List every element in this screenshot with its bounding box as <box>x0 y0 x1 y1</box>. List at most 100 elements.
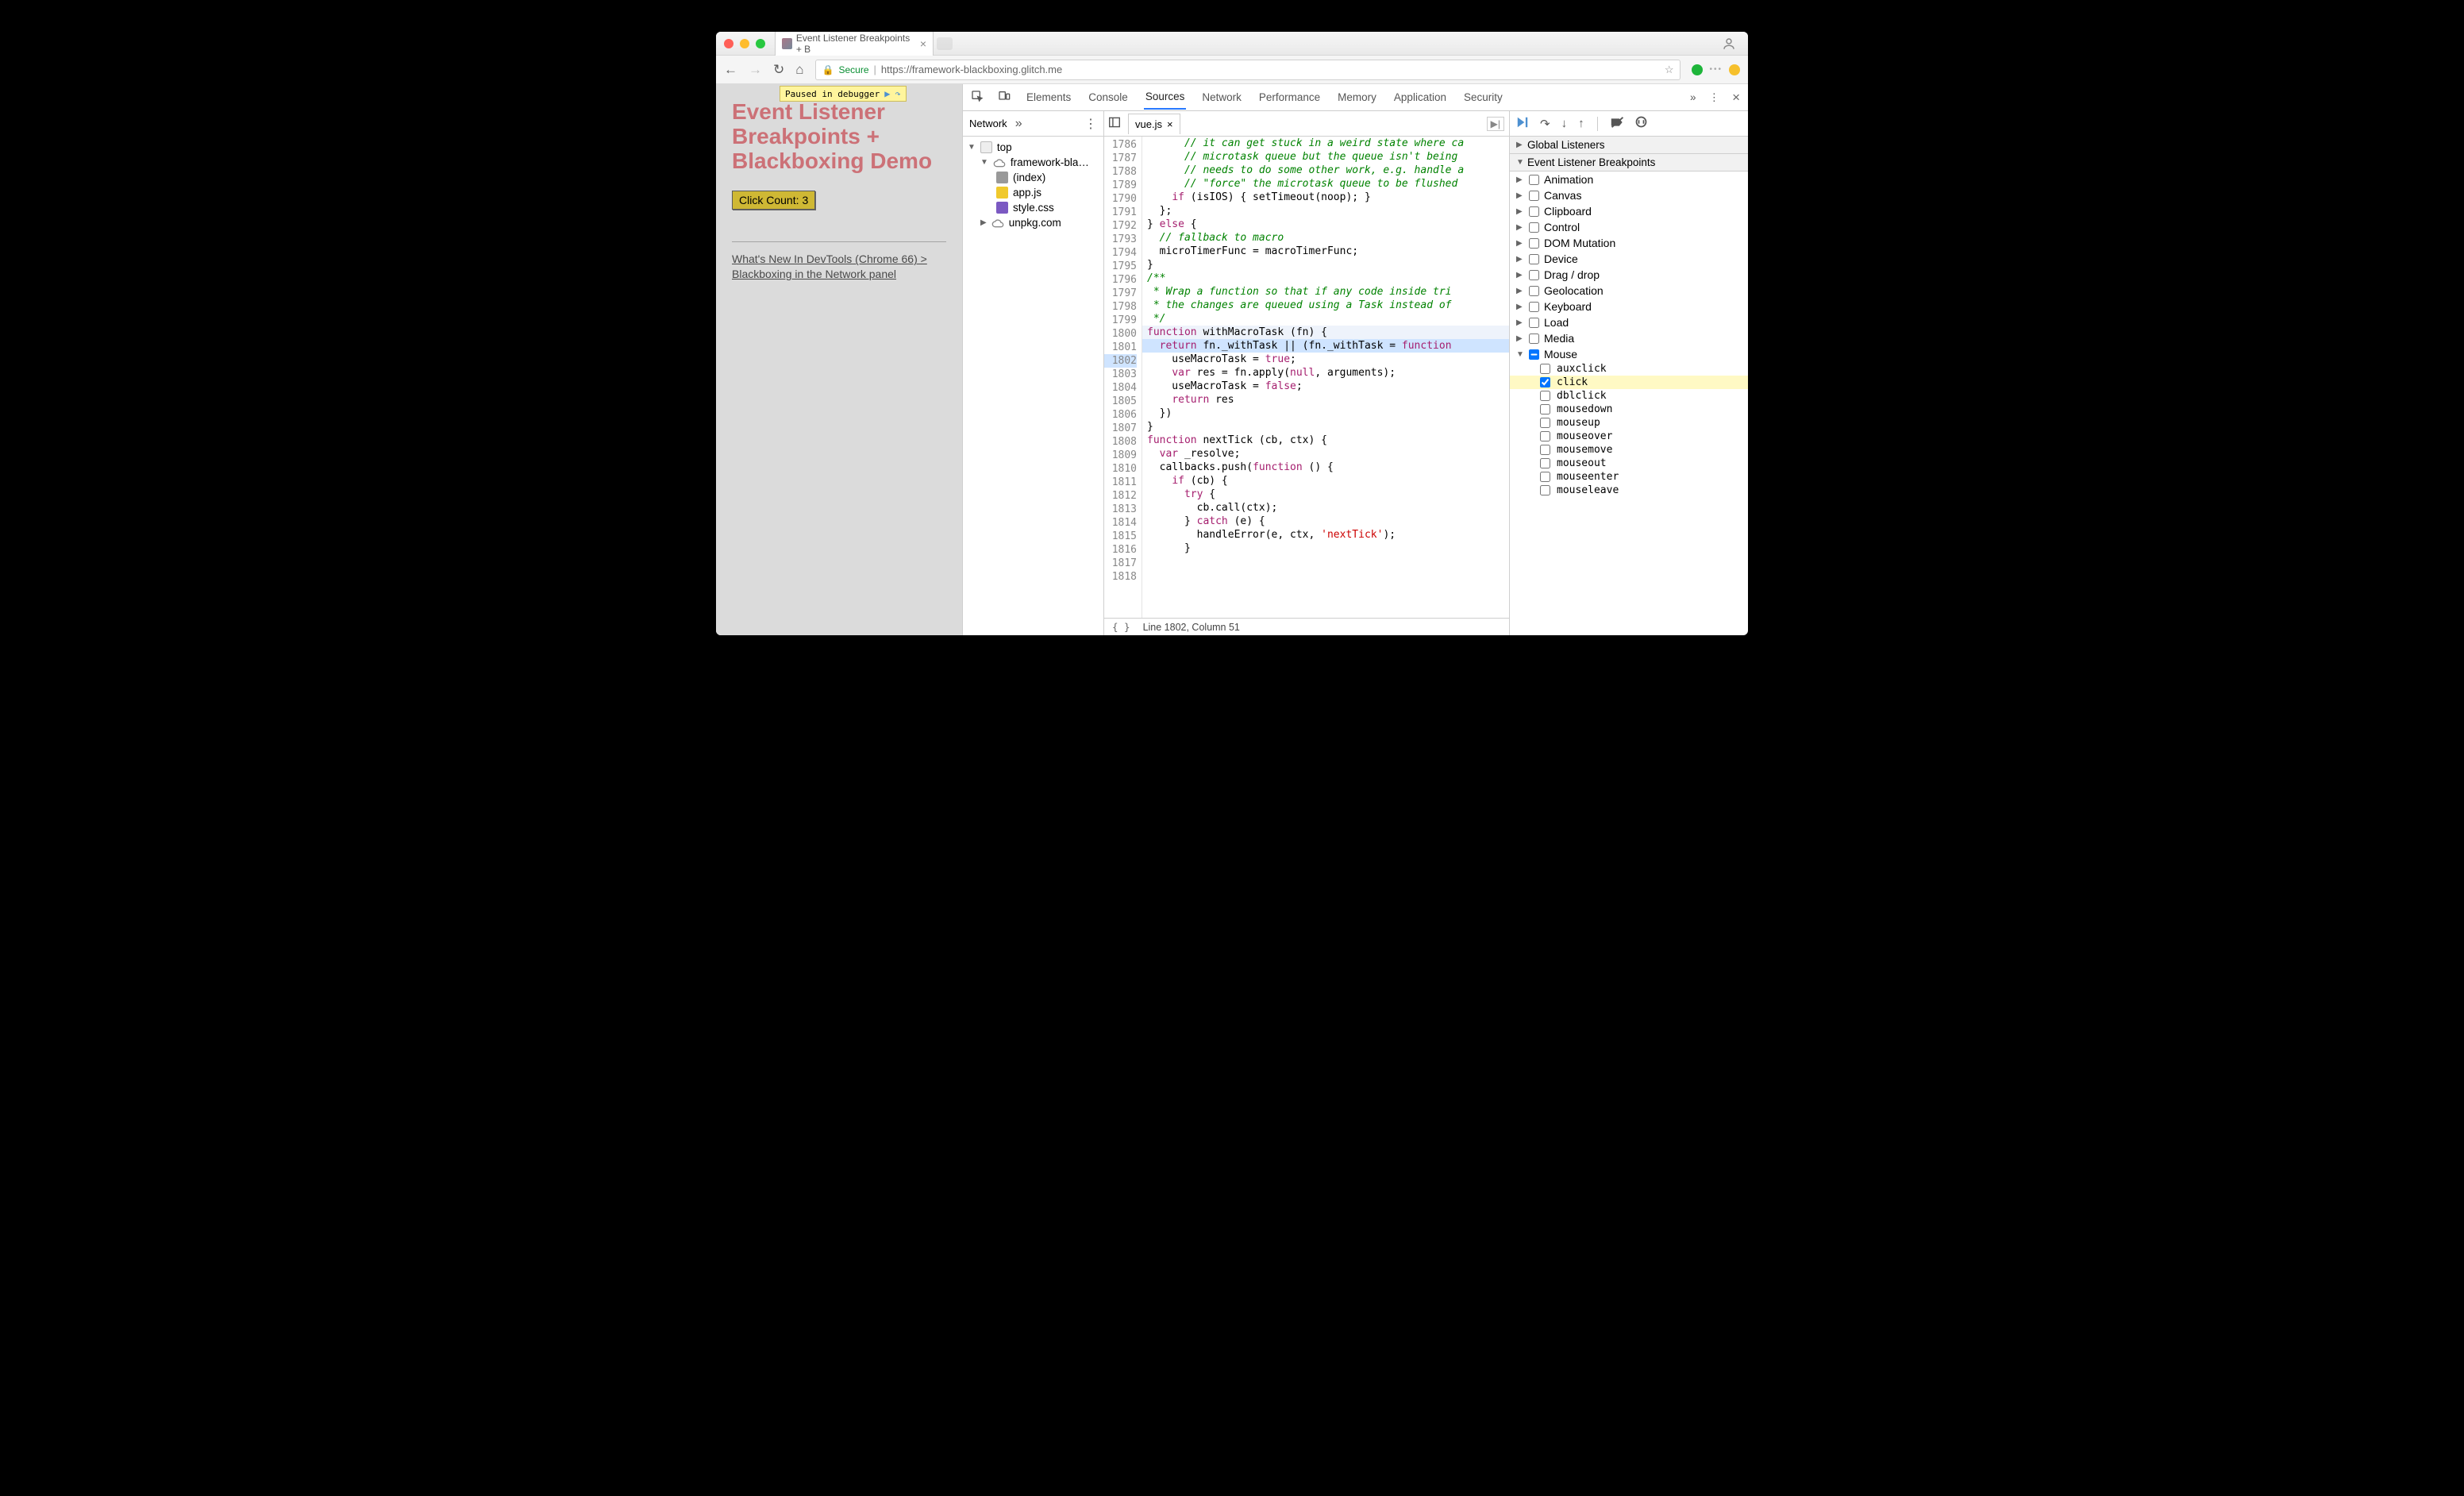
elb-event-mouseup[interactable]: mouseup <box>1510 416 1748 430</box>
elb-category-mouse[interactable]: ▼ Mouse <box>1510 346 1748 362</box>
devtools-tab-console[interactable]: Console <box>1087 86 1130 109</box>
extension-badge-yellow[interactable] <box>1729 64 1740 75</box>
home-button[interactable]: ⌂ <box>795 62 803 78</box>
elb-category-checkbox[interactable] <box>1529 286 1539 296</box>
elb-category-checkbox[interactable] <box>1529 254 1539 264</box>
elb-event-mousemove[interactable]: mousemove <box>1510 443 1748 457</box>
browser-tab[interactable]: Event Listener Breakpoints + B × <box>775 32 934 57</box>
elb-category-media[interactable]: ▶ Media <box>1510 330 1748 346</box>
profile-button[interactable] <box>1718 33 1740 55</box>
elb-category-checkbox[interactable] <box>1529 175 1539 185</box>
elb-category-dom-mutation[interactable]: ▶ DOM Mutation <box>1510 235 1748 251</box>
elb-category-clipboard[interactable]: ▶ Clipboard <box>1510 203 1748 219</box>
elb-category-control[interactable]: ▶ Control <box>1510 219 1748 235</box>
tree-file-appjs[interactable]: app.js <box>963 185 1103 200</box>
elb-event-checkbox[interactable] <box>1540 458 1550 468</box>
devtools-tab-sources[interactable]: Sources <box>1144 85 1187 110</box>
step-over-icon[interactable]: ↷ <box>895 88 900 99</box>
devtools-menu-icon[interactable]: ⋮ <box>1709 91 1720 104</box>
omnibox[interactable]: 🔒 Secure | https://framework-blackboxing… <box>815 60 1681 80</box>
elb-event-mouseleave[interactable]: mouseleave <box>1510 484 1748 497</box>
window-minimize[interactable] <box>740 39 749 48</box>
pause-exceptions-button[interactable] <box>1635 116 1647 131</box>
devtools-tab-security[interactable]: Security <box>1462 86 1504 109</box>
elb-event-checkbox[interactable] <box>1540 364 1550 374</box>
elb-event-auxclick[interactable]: auxclick <box>1510 362 1748 376</box>
elb-event-checkbox[interactable] <box>1540 404 1550 414</box>
elb-category-canvas[interactable]: ▶ Canvas <box>1510 187 1748 203</box>
tree-file-style[interactable]: style.css <box>963 200 1103 215</box>
elb-category-checkbox[interactable] <box>1529 302 1539 312</box>
elb-event-checkbox[interactable] <box>1540 485 1550 495</box>
tree-domain[interactable]: ▼framework-bla… <box>963 155 1103 170</box>
elb-event-mouseenter[interactable]: mouseenter <box>1510 470 1748 484</box>
device-mode-icon[interactable] <box>998 90 1011 106</box>
new-tab-button[interactable] <box>937 37 953 50</box>
file-tab-close-icon[interactable]: × <box>1167 118 1173 130</box>
elb-event-mouseover[interactable]: mouseover <box>1510 430 1748 443</box>
step-out-button[interactable]: ↑ <box>1578 117 1584 130</box>
deactivate-breakpoints-button[interactable] <box>1611 117 1624 131</box>
back-button[interactable]: ← <box>724 62 737 78</box>
devtools-tab-network[interactable]: Network <box>1200 86 1243 109</box>
elb-category-checkbox[interactable] <box>1529 206 1539 217</box>
resume-button[interactable] <box>1516 117 1529 131</box>
elb-category-load[interactable]: ▶ Load <box>1510 314 1748 330</box>
elb-event-checkbox[interactable] <box>1540 431 1550 441</box>
elb-category-checkbox[interactable] <box>1529 191 1539 201</box>
elb-event-checkbox[interactable] <box>1540 418 1550 428</box>
window-close[interactable] <box>724 39 733 48</box>
click-count-button[interactable]: Click Count: 3 <box>732 191 815 210</box>
code-view[interactable]: 1786178717881789179017911792179317941795… <box>1104 137 1509 618</box>
elb-event-checkbox[interactable] <box>1540 391 1550 401</box>
elb-category-keyboard[interactable]: ▶ Keyboard <box>1510 299 1748 314</box>
elb-head[interactable]: ▼Event Listener Breakpoints <box>1510 154 1748 172</box>
navigator-more-icon[interactable]: » <box>1015 117 1022 131</box>
elb-event-checkbox[interactable] <box>1540 377 1550 387</box>
tree-domain-unpkg[interactable]: ▶unpkg.com <box>963 215 1103 230</box>
tree-top[interactable]: ▼top <box>963 140 1103 155</box>
reload-button[interactable]: ↻ <box>773 62 784 78</box>
editor-file-tab[interactable]: vue.js × <box>1128 114 1180 134</box>
blog-link[interactable]: What's New In DevTools (Chrome 66) > Bla… <box>732 253 927 280</box>
inspect-icon[interactable] <box>971 90 984 106</box>
devtools-tab-application[interactable]: Application <box>1392 86 1448 109</box>
elb-event-mouseout[interactable]: mouseout <box>1510 457 1748 470</box>
bookmark-star-icon[interactable]: ☆ <box>1665 64 1674 76</box>
navigator-tab[interactable]: Network <box>969 118 1007 129</box>
elb-event-click[interactable]: click <box>1510 376 1748 389</box>
forward-button[interactable]: → <box>749 62 762 78</box>
elb-category-checkbox[interactable] <box>1529 349 1539 360</box>
elb-category-drag-drop[interactable]: ▶ Drag / drop <box>1510 267 1748 283</box>
more-tabs-icon[interactable]: » <box>1690 91 1696 103</box>
pretty-print-icon[interactable]: { } <box>1112 621 1130 633</box>
devtools-close-icon[interactable]: × <box>1732 90 1740 106</box>
elb-category-animation[interactable]: ▶ Animation <box>1510 172 1748 187</box>
toggle-debugger-icon[interactable]: ▶| <box>1487 117 1504 131</box>
tab-close-icon[interactable]: × <box>920 37 926 50</box>
global-listeners-head[interactable]: ▶Global Listeners <box>1510 137 1748 154</box>
elb-category-geolocation[interactable]: ▶ Geolocation <box>1510 283 1748 299</box>
toggle-navigator-icon[interactable] <box>1109 117 1120 130</box>
elb-category-checkbox[interactable] <box>1529 270 1539 280</box>
elb-event-mousedown[interactable]: mousedown <box>1510 403 1748 416</box>
tree-file-index[interactable]: (index) <box>963 170 1103 185</box>
window-zoom[interactable] <box>756 39 765 48</box>
elb-event-checkbox[interactable] <box>1540 472 1550 482</box>
extension-overflow[interactable]: ••• <box>1709 65 1723 74</box>
elb-category-checkbox[interactable] <box>1529 318 1539 328</box>
navigator-menu-icon[interactable]: ⋮ <box>1084 116 1097 132</box>
devtools-tab-elements[interactable]: Elements <box>1025 86 1072 109</box>
devtools-tab-performance[interactable]: Performance <box>1257 86 1322 109</box>
elb-category-checkbox[interactable] <box>1529 238 1539 249</box>
elb-category-checkbox[interactable] <box>1529 222 1539 233</box>
step-into-button[interactable]: ↓ <box>1561 117 1568 130</box>
elb-event-checkbox[interactable] <box>1540 445 1550 455</box>
devtools-tab-memory[interactable]: Memory <box>1336 86 1378 109</box>
elb-event-dblclick[interactable]: dblclick <box>1510 389 1748 403</box>
extension-badge-green[interactable] <box>1692 64 1703 75</box>
step-over-button[interactable]: ↷ <box>1540 117 1550 131</box>
elb-category-device[interactable]: ▶ Device <box>1510 251 1748 267</box>
elb-category-checkbox[interactable] <box>1529 334 1539 344</box>
resume-icon[interactable]: ▶ <box>884 88 890 99</box>
